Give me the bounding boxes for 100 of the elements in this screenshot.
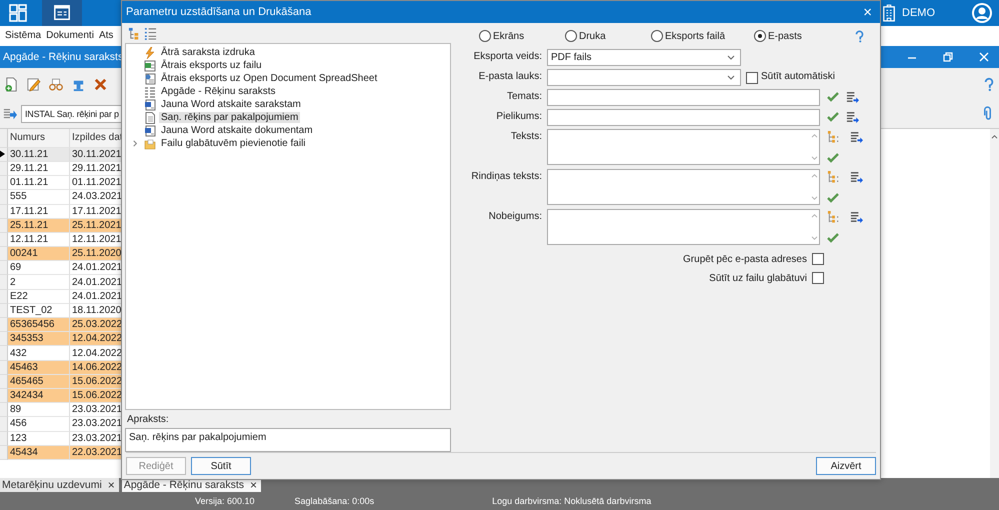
row-header-cell[interactable] bbox=[0, 360, 8, 375]
tree-item[interactable]: Jauna Word atskaite dokumentam bbox=[159, 125, 315, 136]
status-text: Saglabāšana: 0:00s bbox=[294, 496, 374, 506]
row-header-cell[interactable] bbox=[0, 403, 8, 418]
check-icon[interactable] bbox=[827, 91, 839, 103]
check-icon[interactable] bbox=[827, 192, 839, 204]
checkbox[interactable] bbox=[746, 72, 758, 84]
text-area[interactable] bbox=[547, 209, 820, 245]
tree-icon[interactable] bbox=[827, 171, 840, 184]
dropdown[interactable] bbox=[547, 69, 741, 86]
delete-icon[interactable] bbox=[93, 77, 108, 92]
radio-option[interactable]: Eksports failā bbox=[651, 30, 754, 42]
row-header-cell[interactable] bbox=[0, 332, 8, 346]
table-cell: 345353 bbox=[8, 332, 70, 346]
radio-label: Druka bbox=[579, 30, 606, 42]
document-tab[interactable]: Metarēķinu uzdevumi × bbox=[0, 478, 119, 492]
field-insert-icon[interactable] bbox=[850, 171, 863, 184]
edit-icon[interactable] bbox=[26, 77, 41, 92]
row-header-cell[interactable] bbox=[0, 148, 8, 162]
radio-button[interactable] bbox=[754, 30, 766, 42]
dialog-button[interactable]: Sūtīt bbox=[191, 457, 251, 475]
tree-item[interactable]: Ātrais eksports uz Open Document SpreadSheet bbox=[159, 73, 380, 84]
field-insert-icon[interactable] bbox=[850, 211, 863, 224]
company-name[interactable]: DEMO bbox=[902, 7, 935, 19]
radio-button[interactable] bbox=[651, 30, 663, 42]
text-area[interactable] bbox=[547, 129, 820, 165]
row-header-cell[interactable] bbox=[0, 388, 8, 404]
row-header-cell[interactable] bbox=[0, 176, 8, 190]
close-icon[interactable] bbox=[979, 52, 989, 62]
help-icon[interactable] bbox=[855, 30, 864, 42]
tab-close-button[interactable]: × bbox=[108, 478, 115, 492]
field-insert-icon[interactable] bbox=[846, 91, 859, 104]
row-header-cell[interactable] bbox=[0, 275, 8, 290]
scroll-down-icon[interactable] bbox=[810, 156, 818, 161]
description-field[interactable]: Saņ. rēķins par pakalpojumiem bbox=[125, 428, 451, 452]
check-icon[interactable] bbox=[827, 152, 839, 164]
help-icon[interactable] bbox=[984, 77, 994, 92]
row-header-cell[interactable] bbox=[0, 432, 8, 446]
building-icon[interactable] bbox=[882, 4, 896, 22]
checkbox[interactable] bbox=[812, 272, 824, 284]
menu-item[interactable]: Ats bbox=[98, 30, 114, 42]
row-header-cell[interactable] bbox=[0, 218, 8, 233]
filter-arrow-icon[interactable] bbox=[3, 106, 17, 121]
scroll-down-icon[interactable] bbox=[810, 236, 818, 241]
tree-item[interactable]: Apgāde - Rēķinu saraksts bbox=[159, 86, 278, 97]
row-header-cell[interactable] bbox=[0, 261, 8, 276]
restore-icon[interactable] bbox=[943, 52, 953, 62]
check-icon[interactable] bbox=[827, 232, 839, 244]
scroll-up-icon[interactable] bbox=[991, 134, 998, 139]
tree-item[interactable]: Ātrais eksports uz failu bbox=[159, 60, 264, 71]
scrollbar[interactable] bbox=[990, 128, 999, 478]
grid-icon[interactable] bbox=[8, 3, 28, 23]
expand-chevron-icon[interactable] bbox=[132, 140, 138, 147]
row-header-cell[interactable] bbox=[0, 190, 8, 205]
close-dialog-button[interactable]: Aizvērt bbox=[816, 457, 876, 475]
row-header-cell[interactable] bbox=[0, 290, 8, 304]
radio-option[interactable]: Ekrāns bbox=[479, 30, 565, 42]
paperclip-icon[interactable] bbox=[982, 106, 993, 122]
tree-icon[interactable] bbox=[827, 131, 840, 144]
row-header-cell[interactable] bbox=[0, 318, 8, 332]
menu-item[interactable]: Dokumenti bbox=[46, 30, 94, 42]
checkbox[interactable] bbox=[812, 253, 824, 265]
radio-option[interactable]: E-pasts bbox=[754, 30, 840, 42]
menu-item[interactable]: Sistēma bbox=[5, 30, 42, 42]
list-icon bbox=[144, 86, 156, 98]
row-header-cell[interactable] bbox=[0, 374, 8, 389]
field-insert-icon[interactable] bbox=[850, 131, 863, 144]
new-document-icon[interactable] bbox=[4, 77, 19, 92]
user-avatar-icon[interactable] bbox=[971, 2, 993, 24]
row-header-cell[interactable] bbox=[0, 417, 8, 432]
document-icon bbox=[52, 4, 72, 22]
tree-view-icon[interactable] bbox=[128, 26, 141, 40]
dropdown[interactable]: PDF fails bbox=[547, 49, 741, 66]
row-header-cell[interactable] bbox=[0, 304, 8, 318]
tree-item[interactable]: Failu glabātuvēm pievienotie faili bbox=[159, 138, 308, 149]
tree-icon[interactable] bbox=[827, 211, 840, 224]
app-tile[interactable] bbox=[42, 0, 82, 26]
field-insert-icon[interactable] bbox=[846, 111, 859, 124]
text-area[interactable] bbox=[547, 169, 820, 205]
dropdown-caret-icon bbox=[727, 54, 735, 60]
list-view-icon[interactable] bbox=[144, 26, 157, 40]
row-header-cell[interactable] bbox=[0, 247, 8, 262]
row-header-cell[interactable] bbox=[0, 446, 8, 460]
radio-button[interactable] bbox=[565, 30, 577, 42]
row-header-cell[interactable] bbox=[0, 232, 8, 248]
tree-item[interactable]: Ātrā saraksta izdruka bbox=[159, 47, 257, 58]
text-field[interactable] bbox=[547, 109, 820, 126]
row-header-cell[interactable] bbox=[0, 162, 8, 176]
radio-button[interactable] bbox=[479, 30, 491, 42]
tab-close-button[interactable]: × bbox=[250, 478, 258, 492]
text-field[interactable] bbox=[547, 89, 820, 106]
tree-item[interactable]: Saņ. rēķins par pakalpojumiem bbox=[159, 112, 300, 123]
check-icon[interactable] bbox=[827, 111, 839, 123]
radio-option[interactable]: Druka bbox=[565, 30, 651, 42]
row-header-cell[interactable] bbox=[0, 346, 8, 361]
document-title: Apgāde - Rēķinu saraksts bbox=[3, 50, 124, 63]
scroll-down-icon[interactable] bbox=[810, 196, 818, 201]
row-header-cell[interactable] bbox=[0, 204, 8, 219]
close-button[interactable]: × bbox=[861, 4, 874, 20]
glasses-icon[interactable] bbox=[48, 77, 64, 92]
